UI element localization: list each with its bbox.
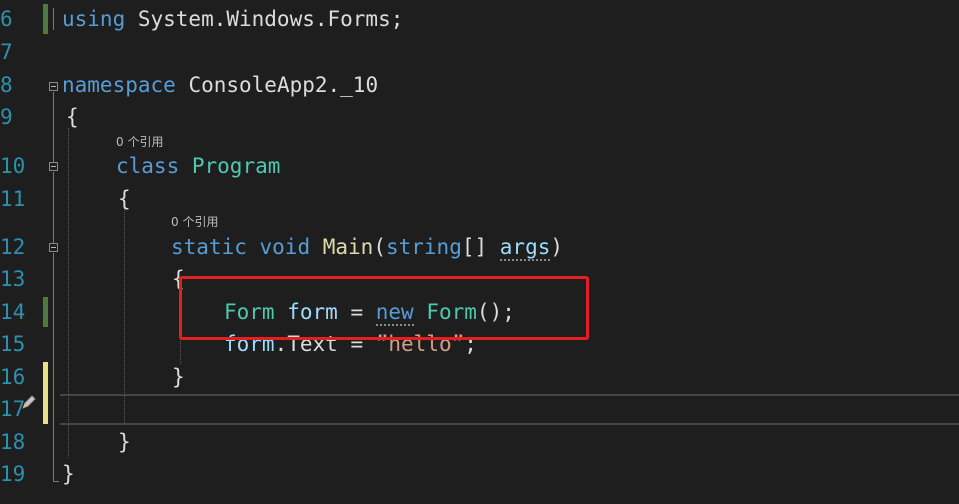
pencil-icon[interactable] bbox=[20, 393, 38, 411]
line-number: 10 bbox=[0, 154, 26, 178]
outline-line bbox=[53, 92, 54, 162]
keyword: namespace bbox=[62, 73, 176, 97]
code-line-9[interactable]: { bbox=[66, 104, 79, 130]
outline-end bbox=[53, 481, 59, 482]
reference-count-link[interactable]: 0 个引用 bbox=[116, 135, 163, 149]
class-name: Program bbox=[191, 154, 281, 178]
saved-change-marker bbox=[43, 297, 48, 327]
array-brackets: [] bbox=[461, 235, 500, 259]
keyword: void bbox=[259, 235, 311, 259]
reference-count-link[interactable]: 0 个引用 bbox=[171, 215, 218, 229]
line-number: 14 bbox=[0, 300, 26, 324]
parameter-name: args bbox=[499, 235, 551, 261]
line-number: 6 bbox=[0, 7, 13, 31]
highlight-annotation-box bbox=[179, 276, 589, 340]
line-number: 9 bbox=[0, 105, 13, 129]
brace: { bbox=[118, 187, 131, 211]
outline-line bbox=[53, 8, 54, 30]
line-number: 12 bbox=[0, 235, 26, 259]
namespace-ref: System.Windows.Forms; bbox=[125, 7, 404, 31]
code-line-16[interactable]: } bbox=[172, 364, 185, 390]
line-number: 16 bbox=[0, 365, 26, 389]
keyword: class bbox=[116, 154, 180, 178]
line-number: 7 bbox=[0, 40, 13, 64]
code-line-11[interactable]: { bbox=[118, 186, 131, 212]
outline-line bbox=[53, 172, 54, 243]
keyword: static bbox=[171, 235, 247, 259]
brace: { bbox=[66, 105, 79, 129]
indent-guide bbox=[124, 210, 125, 425]
paren: ) bbox=[550, 235, 564, 259]
keyword: using bbox=[62, 7, 126, 31]
brace: } bbox=[172, 365, 185, 389]
code-line-8[interactable]: namespace ConsoleApp2._10 bbox=[62, 72, 378, 98]
line-number: 19 bbox=[0, 462, 26, 486]
code-line-10[interactable]: class Program bbox=[116, 153, 280, 179]
unsaved-change-marker bbox=[43, 362, 48, 424]
code-line-12[interactable]: static void Main(string[] args) bbox=[171, 234, 564, 261]
collapse-namespace-toggle[interactable] bbox=[49, 82, 58, 91]
code-line-18[interactable]: } bbox=[118, 429, 131, 455]
saved-change-marker bbox=[43, 4, 48, 34]
code-line-19[interactable]: } bbox=[62, 461, 75, 487]
keyword: string bbox=[385, 235, 462, 259]
line-number: 15 bbox=[0, 332, 26, 356]
outline-line bbox=[53, 253, 54, 481]
brace: } bbox=[118, 430, 131, 454]
line-number: 13 bbox=[0, 267, 26, 291]
line-number: 8 bbox=[0, 73, 13, 97]
paren: ( bbox=[373, 235, 386, 259]
line-number: 17 bbox=[0, 397, 26, 421]
line-number: 18 bbox=[0, 430, 26, 454]
code-line-6[interactable]: using System.Windows.Forms; bbox=[62, 6, 403, 32]
brace: } bbox=[62, 462, 75, 486]
namespace-name: ConsoleApp2._10 bbox=[175, 73, 379, 97]
current-line-highlight bbox=[60, 394, 959, 425]
collapse-method-toggle[interactable] bbox=[49, 243, 58, 252]
method-name: Main bbox=[322, 235, 374, 259]
collapse-class-toggle[interactable] bbox=[49, 162, 58, 171]
line-number: 11 bbox=[0, 187, 26, 211]
